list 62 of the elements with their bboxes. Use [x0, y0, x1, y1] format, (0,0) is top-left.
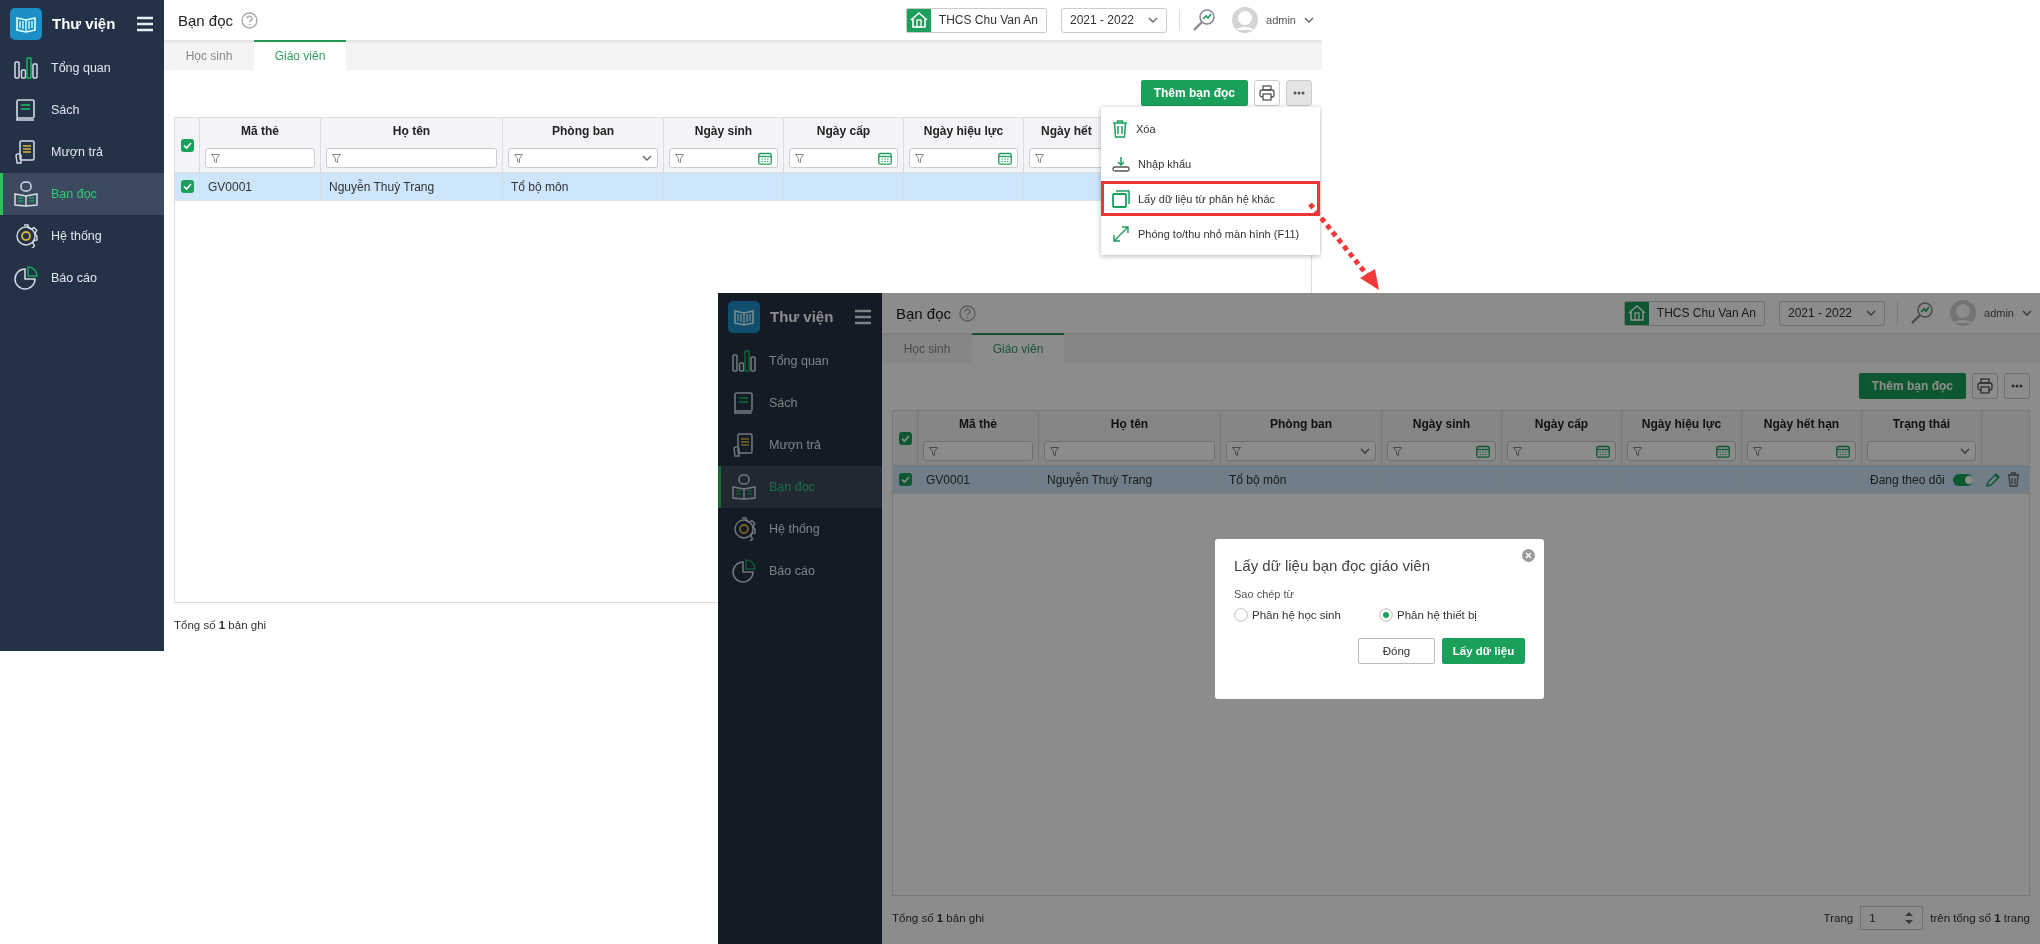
column-header: Họ tên — [392, 124, 431, 138]
sidebar-item[interactable]: Hệ thống — [718, 508, 882, 550]
column-header: Mã thẻ — [241, 124, 279, 138]
page-label: Trang — [1823, 912, 1854, 924]
record-count: Tổng số 1 bản ghi — [174, 619, 267, 631]
page-title: Bạn đọc — [178, 11, 234, 29]
sidebar-item[interactable]: Hệ thống — [0, 215, 164, 257]
user-menu[interactable]: admin — [1950, 300, 2032, 326]
column-header: Họ tên — [1110, 417, 1149, 431]
radio-option[interactable]: Phân hệ thiết bị — [1379, 608, 1524, 622]
sidebar-item[interactable]: Tổng quan — [0, 47, 164, 89]
column-header: Phòng ban — [552, 124, 614, 138]
sidebar-item[interactable]: Sách — [718, 382, 882, 424]
table-cell: Tổ bộ môn — [1229, 472, 1287, 487]
menu-item[interactable]: Phóng to/thu nhỏ màn hình (F11) — [1101, 216, 1320, 251]
column-header: Ngày sinh — [694, 124, 753, 138]
field-label: Sao chép từ — [1234, 588, 1295, 600]
column-header: Ngày cấp — [1534, 417, 1589, 431]
table-cell: Nguyễn Thuỳ Trang — [329, 179, 435, 194]
app-name: Thư viện — [770, 308, 835, 325]
sidebar-item[interactable]: Bạn đọc — [0, 173, 164, 215]
fetch-data-button[interactable]: Lấy dữ liệu — [1442, 638, 1525, 664]
table-cell: GV0001 — [208, 179, 253, 194]
tab[interactable]: Giáo viên — [972, 333, 1064, 363]
year-select[interactable]: 2021 - 2022 — [1060, 7, 1168, 33]
user-menu[interactable]: admin — [1232, 7, 1314, 33]
add-reader-button[interactable]: Thêm bạn đọc — [1140, 80, 1248, 106]
page-total: trên tổng số 1 trang — [1930, 912, 2030, 924]
column-header: Ngày hết — [1040, 124, 1092, 138]
column-header: Mã thẻ — [959, 417, 997, 431]
menu-item[interactable]: Xóa — [1101, 111, 1320, 146]
table-cell: GV0001 — [926, 472, 971, 487]
column-header: Ngày hiệu lực — [923, 124, 1004, 138]
year-select[interactable]: 2021 - 2022 — [1778, 300, 1886, 326]
sidebar-item[interactable]: Báo cáo — [718, 550, 882, 592]
column-header: Phòng ban — [1270, 417, 1332, 431]
column-header: Ngày hiệu lực — [1641, 417, 1722, 431]
sidebar-item[interactable]: Sách — [0, 89, 164, 131]
tab[interactable]: Học sinh — [164, 40, 254, 70]
page-title: Bạn đọc — [896, 304, 952, 322]
school-selector[interactable]: THCS Chu Van An — [1623, 300, 1765, 326]
column-header: Trạng thái — [1892, 417, 1951, 431]
tab[interactable]: Giáo viên — [254, 40, 346, 70]
column-header: Ngày hết hạn — [1763, 417, 1840, 431]
record-count: Tổng số 1 bản ghi — [892, 912, 985, 924]
table-row[interactable]: GV0001 Nguyễn Thuỳ Trang Tổ bộ môn Đang theo dõi — [893, 466, 2029, 494]
radio-option[interactable]: Phân hệ học sinh — [1234, 608, 1379, 622]
app-name: Thư viện — [52, 15, 117, 32]
sidebar-item[interactable]: Tổng quan — [718, 340, 882, 382]
table-cell: Nguyễn Thuỳ Trang — [1047, 472, 1153, 487]
status-text: Đang theo dõi — [1870, 472, 1945, 487]
menu-item[interactable]: Lấy dữ liệu từ phân hệ khác — [1101, 181, 1320, 216]
dialog-title: Lấy dữ liệu bạn đọc giáo viên — [1234, 557, 1431, 574]
page-field[interactable]: 1 — [1860, 906, 1924, 930]
sidebar-item[interactable]: Mượn trả — [718, 424, 882, 466]
sidebar-item[interactable]: Báo cáo — [0, 257, 164, 299]
school-selector[interactable]: THCS Chu Van An — [905, 7, 1047, 33]
column-header: Ngày cấp — [816, 124, 871, 138]
close-button[interactable]: Đóng — [1358, 638, 1435, 664]
column-header: Ngày sinh — [1412, 417, 1471, 431]
sidebar-item[interactable]: Mượn trả — [0, 131, 164, 173]
table-cell: Tổ bộ môn — [511, 179, 569, 194]
